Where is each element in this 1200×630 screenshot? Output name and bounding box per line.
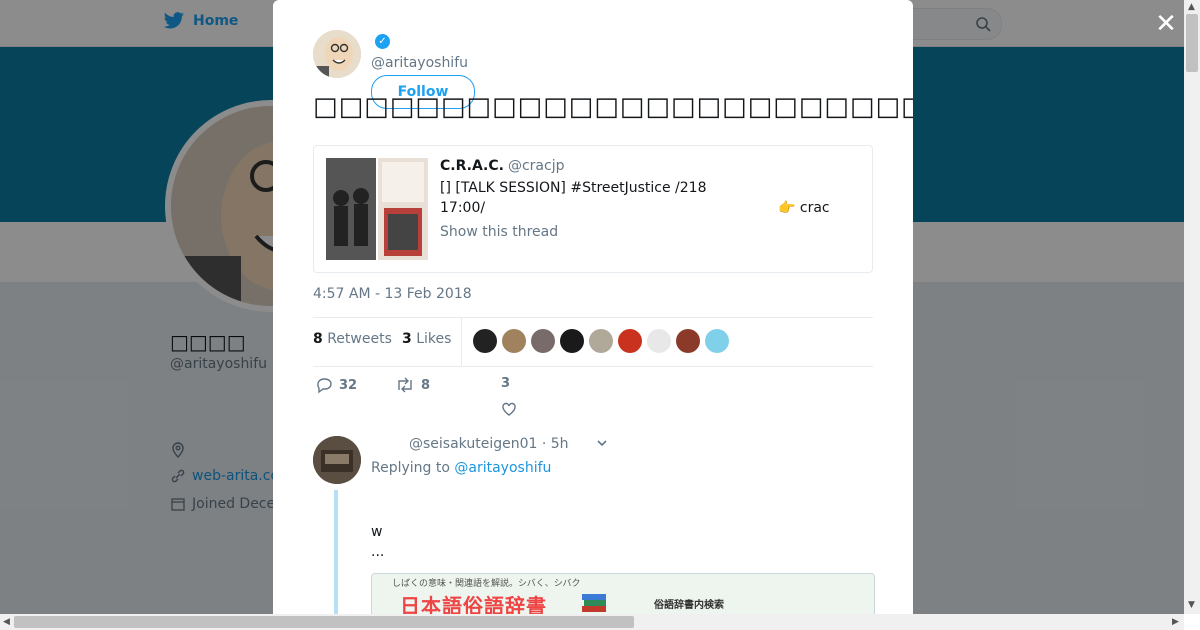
chevron-down-shape (597, 440, 607, 447)
books-icon (582, 594, 606, 612)
liker-avatar[interactable] (502, 329, 526, 353)
liker-avatar[interactable] (560, 329, 584, 353)
reply-author-handle[interactable]: @seisakuteigen01 (409, 436, 537, 452)
quoted-author-name: C.R.A.C. (440, 158, 504, 174)
quoted-poster (378, 158, 428, 260)
liker-avatar[interactable] (589, 329, 613, 353)
scroll-right-arrow-icon[interactable]: ▶ (1172, 617, 1179, 627)
tweet-timestamp[interactable]: 4:57 AM - 13 Feb 2018 (313, 286, 472, 302)
liker-avatar[interactable] (676, 329, 700, 353)
stats-divider (461, 318, 462, 366)
scroll-down-arrow-icon[interactable]: ▼ (1188, 600, 1195, 610)
quoted-image-1 (326, 158, 376, 260)
tweet-modal: ✓ @aritayoshifu Follow □□□□□□□□□□□□□□□□□… (273, 0, 913, 614)
replying-to-handle[interactable]: @aritayoshifu (454, 460, 551, 476)
retweets-stat[interactable]: 8 Retweets (313, 331, 392, 347)
author-avatar[interactable] (313, 30, 361, 78)
quoted-text-line2: 17:00/ (440, 200, 486, 216)
retweet-action[interactable]: 8 (395, 376, 430, 394)
card-logo-text: 日本語俗語辞書 (400, 594, 547, 614)
scroll-left-arrow-icon[interactable]: ◀ (3, 617, 10, 627)
reply-text-line2: ... (371, 544, 385, 560)
horizontal-scrollbar[interactable]: ◀ ▶ (0, 614, 1184, 630)
reply-count: 32 (339, 377, 358, 393)
likes-label: Likes (416, 331, 452, 347)
liker-avatar[interactable] (705, 329, 729, 353)
tweet-text: □□□□□□□□□□□□□□□□□□□□□□□□□□□□□□□□□□□□□□□□… (313, 92, 913, 122)
replying-to-label: Replying to (371, 460, 450, 476)
chevron-down-icon[interactable] (595, 436, 609, 454)
vertical-scroll-thumb[interactable] (1186, 14, 1198, 72)
reply-tweet[interactable]: @seisakuteigen01 · 5h Replying to @arita… (313, 436, 875, 614)
quoted-text-line1: [] [TALK SESSION] #StreetJustice /218 (440, 180, 707, 196)
heart-icon (502, 402, 516, 416)
author-avatar-illustration (313, 30, 361, 78)
liker-avatar[interactable] (618, 329, 642, 353)
likes-count: 3 (402, 331, 412, 347)
reply-icon (317, 378, 332, 394)
reply-action[interactable]: 32 (315, 376, 357, 394)
card-top-text: しばくの意味・関連語を解説。シバく、シバク (392, 579, 581, 589)
like-action[interactable]: 3 (501, 376, 510, 391)
reply-author-avatar[interactable] (313, 436, 361, 484)
tweet-stats: 8 Retweets 3 Likes (313, 317, 873, 367)
reply-avatar-photo (313, 436, 361, 484)
thread-connector-line (334, 490, 338, 614)
reply-text-line1: w (371, 524, 383, 540)
vertical-scrollbar[interactable]: ▲ ▼ (1184, 0, 1200, 614)
card-side-text: 俗語辞書内検索 (654, 600, 724, 611)
quoted-author-handle: @cracjp (507, 158, 565, 174)
author-handle[interactable]: @aritayoshifu (371, 55, 468, 71)
liker-avatar[interactable] (647, 329, 671, 353)
quoted-text-extra: 👉 crac (778, 200, 830, 216)
reply-time[interactable]: · 5h (542, 436, 569, 452)
quoted-photo-figures (326, 158, 376, 260)
liker-avatar[interactable] (473, 329, 497, 353)
tweet-actions: 32 8 3 (313, 376, 873, 424)
close-icon[interactable]: ✕ (1154, 11, 1178, 37)
retweets-label: Retweets (327, 331, 392, 347)
like-count: 3 (501, 376, 511, 391)
retweet-icon (398, 377, 412, 393)
quoted-tweet[interactable]: C.R.A.C. @cracjp [] [TALK SESSION] #Stree… (313, 145, 873, 273)
quoted-image-2 (378, 158, 428, 260)
retweet-count: 8 (421, 377, 431, 393)
like-button[interactable] (500, 400, 518, 418)
verified-badge-icon: ✓ (375, 34, 390, 49)
quoted-author: C.R.A.C. @cracjp (440, 158, 564, 174)
liker-avatar[interactable] (531, 329, 555, 353)
reply-link-card[interactable]: しばくの意味・関連語を解説。シバく、シバク 日本語俗語辞書 俗語辞書内検索 (371, 573, 875, 614)
liker-avatars (473, 329, 729, 353)
reply-author-meta: @seisakuteigen01 · 5h (409, 436, 569, 452)
replying-to: Replying to @aritayoshifu (371, 460, 551, 476)
horizontal-scroll-thumb[interactable] (14, 616, 634, 628)
retweets-count: 8 (313, 331, 323, 347)
scroll-up-arrow-icon[interactable]: ▲ (1188, 2, 1195, 12)
show-thread-link[interactable]: Show this thread (440, 224, 558, 240)
likes-stat[interactable]: 3 Likes (402, 331, 451, 347)
